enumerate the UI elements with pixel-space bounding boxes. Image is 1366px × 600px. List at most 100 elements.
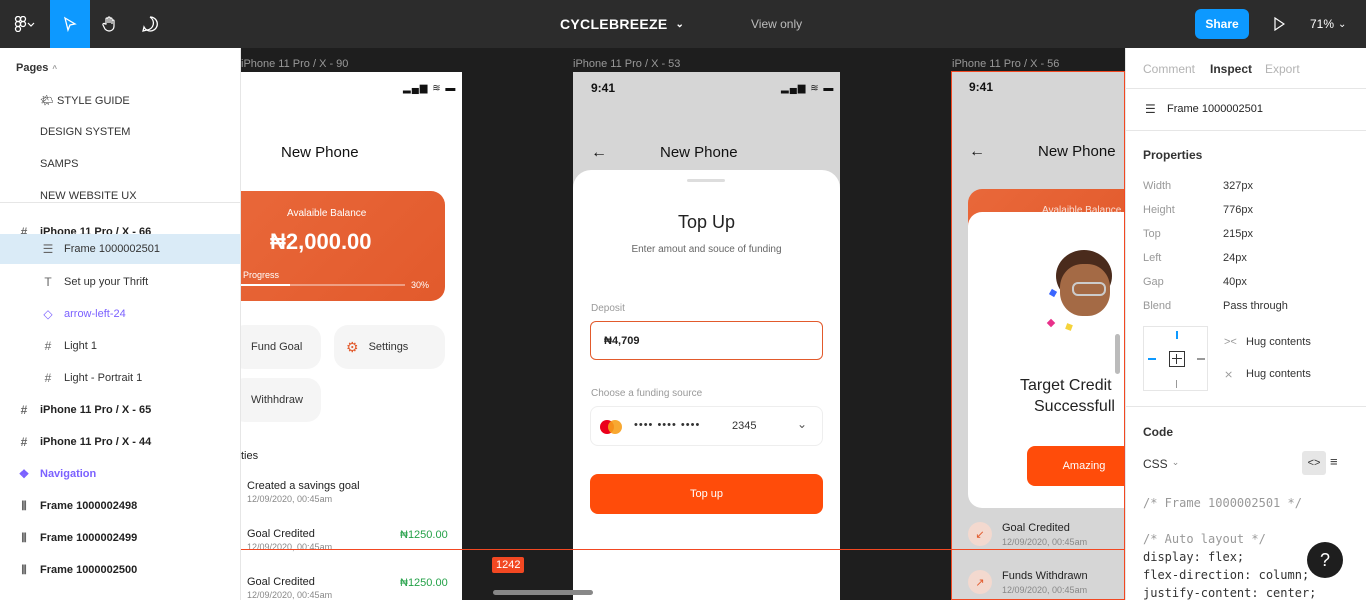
settings-label: Settings (368, 341, 409, 353)
move-tool-button[interactable] (50, 0, 90, 48)
canvas[interactable]: iPhone 11 Pro / X - 90 iPhone 11 Pro / X… (241, 48, 1125, 600)
layer-label: Light 1 (64, 340, 98, 352)
activity-title: Goal Credited (247, 528, 315, 540)
tab-inspect[interactable]: Inspect (1210, 62, 1252, 76)
progress-track (241, 284, 405, 286)
zoom-menu[interactable]: 71% ⌄ (1310, 0, 1346, 48)
fund-goal-button[interactable]: Fund Goal (241, 325, 321, 369)
screen-title: New Phone (281, 144, 359, 161)
activity-amount: ₦1250.00 (400, 577, 448, 589)
sheet-subtitle: Enter amout and souce of funding (631, 244, 782, 255)
deposit-input[interactable]: ₦4,709 (590, 321, 823, 360)
screen-title: New Phone (660, 144, 738, 161)
list-view-icon[interactable]: ≡ (1330, 454, 1338, 469)
top-up-button[interactable]: Top up (590, 474, 823, 514)
layer-row[interactable]: ❖ Navigation (0, 458, 240, 490)
code-line: justify-content: center; (1143, 586, 1317, 600)
chevron-down-icon: ⌄ (675, 18, 685, 30)
present-button[interactable] (1266, 0, 1292, 48)
layer-row[interactable]: ⫴ Frame 1000002500 (0, 554, 240, 586)
hand-icon (102, 16, 115, 32)
status-time: 9:41 (969, 80, 994, 94)
divider (1126, 130, 1366, 131)
property-value[interactable]: 24px (1223, 252, 1247, 264)
property-value[interactable]: Pass through (1223, 300, 1288, 312)
property-value[interactable]: 40px (1223, 276, 1247, 288)
pages-header-label: Pages (16, 62, 49, 74)
cursor-icon (63, 16, 77, 32)
layer-row-selected[interactable]: ☰ Frame 1000002501 (0, 234, 240, 264)
layers-panel: Pages ^ 🌤 STYLE GUIDE DESIGN SYSTEM SAMP… (0, 48, 241, 600)
chevron-down-icon: ⌄ (797, 417, 808, 431)
frame-label[interactable]: iPhone 11 Pro / X - 53 (573, 58, 680, 70)
play-icon (1274, 17, 1285, 31)
tab-comment[interactable]: Comment (1143, 62, 1195, 76)
top-up-sheet: Top Up Enter amout and souce of funding … (573, 170, 840, 600)
frame-icon: # (20, 403, 28, 417)
layer-row[interactable]: # Light 1 (0, 330, 240, 362)
arrow-left-icon[interactable]: ← (591, 144, 607, 162)
phone-frame-53[interactable]: 9:41 ▂▄▆ ≋ ▬ ← New Phone Top Up Enter am… (573, 72, 840, 600)
arrow-left-icon[interactable]: ← (969, 143, 985, 161)
sheet-handle[interactable] (687, 179, 725, 182)
share-button[interactable]: Share (1195, 9, 1249, 39)
file-title-button[interactable]: CYCLEBREEZE ⌄ (560, 0, 760, 48)
help-button[interactable]: ? (1307, 542, 1343, 578)
layer-row[interactable]: ⫴ Frame 1000002498 (0, 490, 240, 522)
layer-label: Navigation (40, 468, 97, 480)
layer-row[interactable]: T Set up your Thrift (0, 266, 240, 298)
funding-source-select[interactable]: •••• •••• •••• 2345 ⌄ (590, 406, 823, 446)
settings-button[interactable]: ⚙ Settings (334, 325, 445, 369)
page-item[interactable]: 🌤 STYLE GUIDE (40, 94, 130, 107)
layer-row[interactable]: ⫴ Frame 1000002499 (0, 522, 240, 554)
code-line: /* Auto layout */ (1143, 532, 1266, 546)
mastercard-icon (600, 420, 622, 434)
chevron-down-icon: ⌄ (1171, 457, 1180, 467)
pages-header[interactable]: Pages ^ (16, 62, 57, 74)
balance-label: Avalaible Balance (287, 208, 367, 219)
tab-export[interactable]: Export (1265, 62, 1300, 76)
layer-row[interactable]: ◇ arrow-left-24 (0, 298, 240, 330)
frame-label[interactable]: iPhone 11 Pro / X - 56 (952, 58, 1059, 70)
page-item[interactable]: DESIGN SYSTEM (40, 126, 130, 138)
withdraw-label: Withhdraw (251, 394, 303, 406)
arrow-up-right-icon: ↗ (968, 570, 992, 594)
layer-row[interactable]: # iPhone 11 Pro / X - 44 (0, 426, 240, 458)
divider (1126, 88, 1366, 89)
horizontal-scrollbar[interactable] (493, 590, 593, 595)
property-value[interactable]: 776px (1223, 204, 1253, 216)
code-language-select[interactable]: CSS ⌄ (1143, 457, 1179, 471)
constraints-widget (1143, 326, 1208, 391)
amazing-button[interactable]: Amazing (1027, 446, 1124, 486)
layer-label: arrow-left-24 (64, 308, 126, 320)
property-label: Top (1143, 228, 1161, 240)
code-view-icon[interactable]: <> (1302, 451, 1326, 475)
modal-scrollbar[interactable] (1115, 334, 1120, 374)
card-last-digits: 2345 (732, 420, 757, 432)
progress-percent: 30% (411, 280, 430, 290)
comment-icon (142, 16, 158, 32)
phone-frame-90[interactable]: ▂▄▆ ≋ ▬ New Phone Avalaible Balance ₦2,0… (241, 72, 462, 600)
deposit-label: Deposit (591, 303, 625, 314)
page-item[interactable]: NEW WEBSITE UX (40, 190, 137, 202)
selected-frame-name: Frame 1000002501 (1167, 103, 1264, 115)
frame-icon: # (44, 339, 52, 353)
property-value[interactable]: 327px (1223, 180, 1253, 192)
layer-label: Light - Portrait 1 (64, 372, 143, 384)
hand-tool-button[interactable] (90, 0, 130, 48)
toolbar: CYCLEBREEZE ⌄ View only Share 71% ⌄ (0, 0, 1366, 48)
code-line: /* Frame 1000002501 */ (1143, 496, 1302, 510)
page-item[interactable]: SAMPS (40, 158, 79, 170)
layer-row[interactable]: # iPhone 11 Pro / X - 65 (0, 394, 240, 426)
main-menu-button[interactable] (0, 0, 48, 48)
success-modal: Target Credit Successfull Amazing (968, 212, 1124, 508)
activity-date: 12/09/2020, 00:45am (247, 494, 333, 504)
withdraw-button[interactable]: Withhdraw (241, 378, 321, 422)
measurement-line (241, 549, 1125, 550)
phone-frame-56[interactable]: 9:41 ← New Phone Avalaible Balance Targe… (951, 71, 1125, 600)
comment-tool-button[interactable] (130, 0, 170, 48)
divider (0, 202, 240, 203)
frame-label[interactable]: iPhone 11 Pro / X - 90 (241, 58, 348, 70)
property-value[interactable]: 215px (1223, 228, 1253, 240)
layer-row[interactable]: # Light - Portrait 1 (0, 362, 240, 394)
